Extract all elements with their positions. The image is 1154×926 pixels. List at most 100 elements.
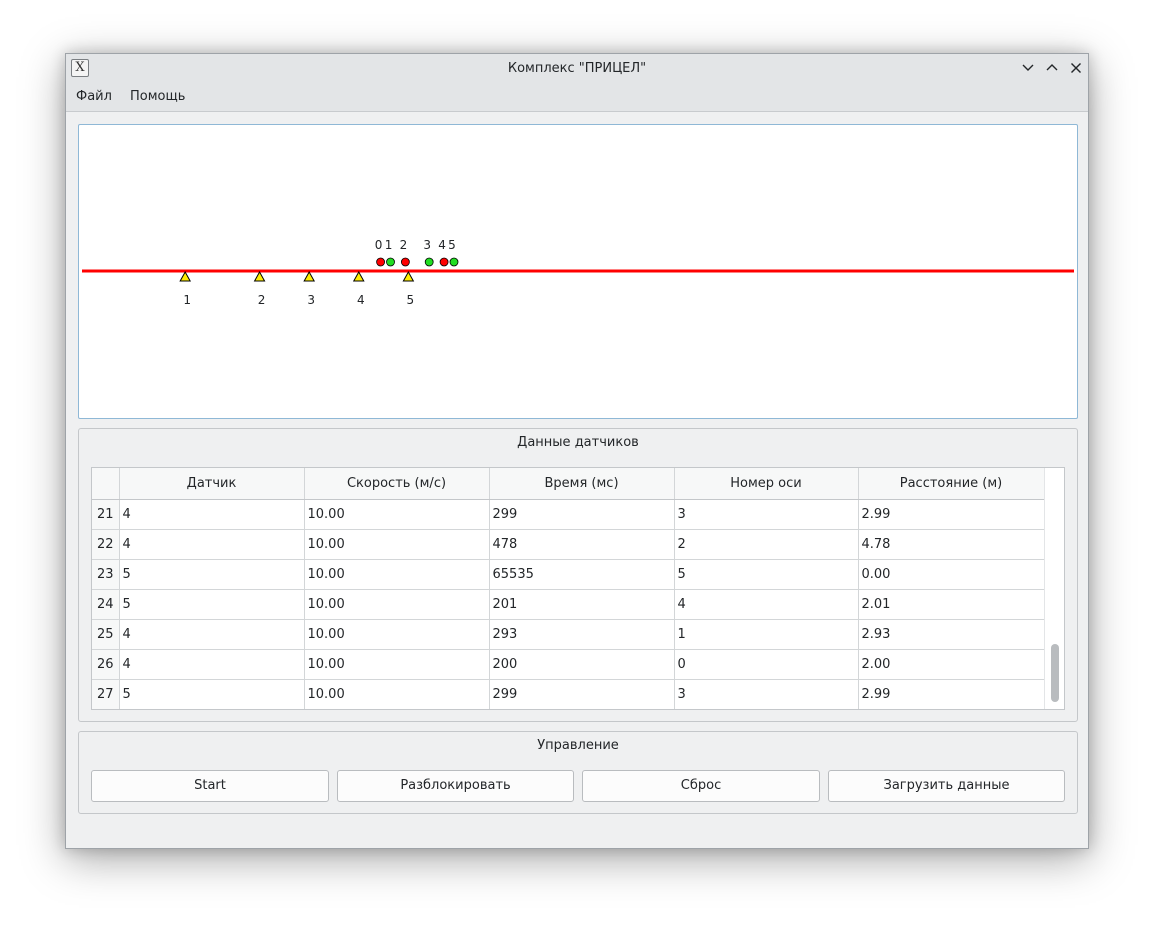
scrollbar-thumb[interactable] bbox=[1051, 644, 1059, 702]
cell-sensor[interactable]: 5 bbox=[119, 589, 305, 620]
column-header-time[interactable]: Время (мс) bbox=[489, 468, 675, 500]
maximize-icon[interactable] bbox=[1043, 59, 1061, 77]
cell-axle[interactable]: 2 bbox=[674, 529, 859, 560]
cell-speed[interactable]: 10.00 bbox=[304, 499, 490, 530]
sensor-marker bbox=[402, 270, 415, 282]
cell-speed[interactable]: 10.00 bbox=[304, 559, 490, 590]
row-number[interactable]: 22 bbox=[92, 529, 120, 560]
cell-sensor[interactable]: 5 bbox=[119, 679, 305, 709]
table-corner[interactable] bbox=[92, 468, 120, 500]
column-header-speed[interactable]: Скорость (м/с) bbox=[304, 468, 490, 500]
axle-indicator bbox=[424, 257, 434, 267]
axle-indicator bbox=[386, 257, 395, 267]
menu-help[interactable]: Помощь bbox=[130, 83, 185, 111]
axle-label: 0 bbox=[375, 238, 383, 252]
table-row[interactable]: 24 5 10.00 201 4 2.01 bbox=[92, 589, 1045, 620]
axle-label: 1 bbox=[385, 238, 393, 252]
cell-distance[interactable]: 2.99 bbox=[858, 499, 1045, 530]
close-icon[interactable] bbox=[1067, 59, 1085, 77]
axle-label: 5 bbox=[448, 238, 456, 252]
cell-time[interactable]: 478 bbox=[489, 529, 675, 560]
row-number[interactable]: 21 bbox=[92, 499, 120, 530]
row-number[interactable]: 23 bbox=[92, 559, 120, 590]
cell-distance[interactable]: 4.78 bbox=[858, 529, 1045, 560]
axle-indicator bbox=[449, 257, 459, 267]
load-data-button[interactable]: Загрузить данные bbox=[828, 770, 1065, 802]
sensors-group-title: Данные датчиков bbox=[517, 435, 639, 450]
table-row[interactable]: 22 4 10.00 478 2 4.78 bbox=[92, 529, 1045, 560]
window-title: Комплекс "ПРИЦЕЛ" bbox=[507, 61, 647, 76]
sensor-marker bbox=[253, 270, 266, 282]
sensors-table[interactable]: Датчик Скорость (м/с) Время (мс) Номер о… bbox=[91, 467, 1065, 710]
cell-speed[interactable]: 10.00 bbox=[304, 589, 490, 620]
cell-speed[interactable]: 10.00 bbox=[304, 619, 490, 650]
sensors-group: Данные датчиков Датчик Скорость (м/с) Вр… bbox=[78, 428, 1078, 722]
column-header-distance[interactable]: Расстояние (м) bbox=[858, 468, 1045, 500]
table-header-row: Датчик Скорость (м/с) Время (мс) Номер о… bbox=[92, 468, 1045, 500]
cell-distance[interactable]: 2.00 bbox=[858, 649, 1045, 680]
table-row[interactable]: 23 5 10.00 65535 5 0.00 bbox=[92, 559, 1045, 590]
minimize-icon[interactable] bbox=[1019, 59, 1037, 77]
cell-time[interactable]: 299 bbox=[489, 679, 675, 709]
sensor-label: 1 bbox=[183, 293, 191, 307]
cell-distance[interactable]: 2.99 bbox=[858, 679, 1045, 709]
cell-time[interactable]: 201 bbox=[489, 589, 675, 620]
table-row[interactable]: 26 4 10.00 200 0 2.00 bbox=[92, 649, 1045, 680]
axle-indicator bbox=[376, 257, 385, 267]
cell-sensor[interactable]: 4 bbox=[119, 649, 305, 680]
cell-axle[interactable]: 5 bbox=[674, 559, 859, 590]
control-group-title: Управление bbox=[537, 738, 619, 753]
track-canvas: 1 2 3 4 50 1 2 3 4 5 bbox=[82, 238, 1074, 307]
column-header-sensor[interactable]: Датчик bbox=[119, 468, 305, 500]
sensor-label: 5 bbox=[407, 293, 415, 307]
reset-button[interactable]: Сброс bbox=[582, 770, 820, 802]
axle-indicator bbox=[400, 257, 410, 267]
sensor-label: 2 bbox=[258, 293, 266, 307]
sensor-marker bbox=[179, 270, 192, 282]
cell-axle[interactable]: 3 bbox=[674, 679, 859, 709]
cell-axle[interactable]: 3 bbox=[674, 499, 859, 530]
cell-axle[interactable]: 1 bbox=[674, 619, 859, 650]
table-scrollbar[interactable] bbox=[1044, 468, 1064, 709]
axle-indicator bbox=[439, 257, 449, 267]
menu-bar: Файл Помощь bbox=[66, 83, 1088, 112]
axle-label: 2 bbox=[400, 238, 408, 252]
cell-speed[interactable]: 10.00 bbox=[304, 529, 490, 560]
axle-label: 4 bbox=[438, 238, 446, 252]
cell-sensor[interactable]: 4 bbox=[119, 499, 305, 530]
table-row[interactable]: 27 5 10.00 299 3 2.99 bbox=[92, 679, 1045, 709]
table-row[interactable]: 21 4 10.00 299 3 2.99 bbox=[92, 499, 1045, 530]
cell-axle[interactable]: 0 bbox=[674, 649, 859, 680]
row-number[interactable]: 25 bbox=[92, 619, 120, 650]
cell-time[interactable]: 293 bbox=[489, 619, 675, 650]
start-button[interactable]: Start bbox=[91, 770, 329, 802]
row-number[interactable]: 27 bbox=[92, 679, 120, 709]
column-header-axle[interactable]: Номер оси bbox=[674, 468, 859, 500]
cell-speed[interactable]: 10.00 bbox=[304, 679, 490, 709]
row-number[interactable]: 26 bbox=[92, 649, 120, 680]
sensor-marker bbox=[303, 270, 316, 282]
cell-sensor[interactable]: 4 bbox=[119, 529, 305, 560]
cell-distance[interactable]: 0.00 bbox=[858, 559, 1045, 590]
row-number[interactable]: 24 bbox=[92, 589, 120, 620]
cell-distance[interactable]: 2.93 bbox=[858, 619, 1045, 650]
title-bar[interactable]: X Комплекс "ПРИЦЕЛ" bbox=[66, 54, 1088, 83]
menu-file[interactable]: Файл bbox=[76, 83, 112, 111]
track-view: 12345012345 bbox=[78, 124, 1078, 419]
axle-label: 3 bbox=[423, 238, 431, 252]
cell-distance[interactable]: 2.01 bbox=[858, 589, 1045, 620]
cell-time[interactable]: 65535 bbox=[489, 559, 675, 590]
unlock-button[interactable]: Разблокировать bbox=[337, 770, 574, 802]
table-row[interactable]: 25 4 10.00 293 1 2.93 bbox=[92, 619, 1045, 650]
cell-time[interactable]: 200 bbox=[489, 649, 675, 680]
cell-sensor[interactable]: 4 bbox=[119, 619, 305, 650]
sensor-label: 3 bbox=[307, 293, 315, 307]
cell-speed[interactable]: 10.00 bbox=[304, 649, 490, 680]
main-window: X Комплекс "ПРИЦЕЛ" Файл Помощь 12345012… bbox=[65, 53, 1089, 849]
sensor-marker bbox=[352, 270, 365, 282]
cell-sensor[interactable]: 5 bbox=[119, 559, 305, 590]
sensor-label: 4 bbox=[357, 293, 365, 307]
cell-time[interactable]: 299 bbox=[489, 499, 675, 530]
control-group: Управление Start Разблокировать Сброс За… bbox=[78, 731, 1078, 814]
cell-axle[interactable]: 4 bbox=[674, 589, 859, 620]
